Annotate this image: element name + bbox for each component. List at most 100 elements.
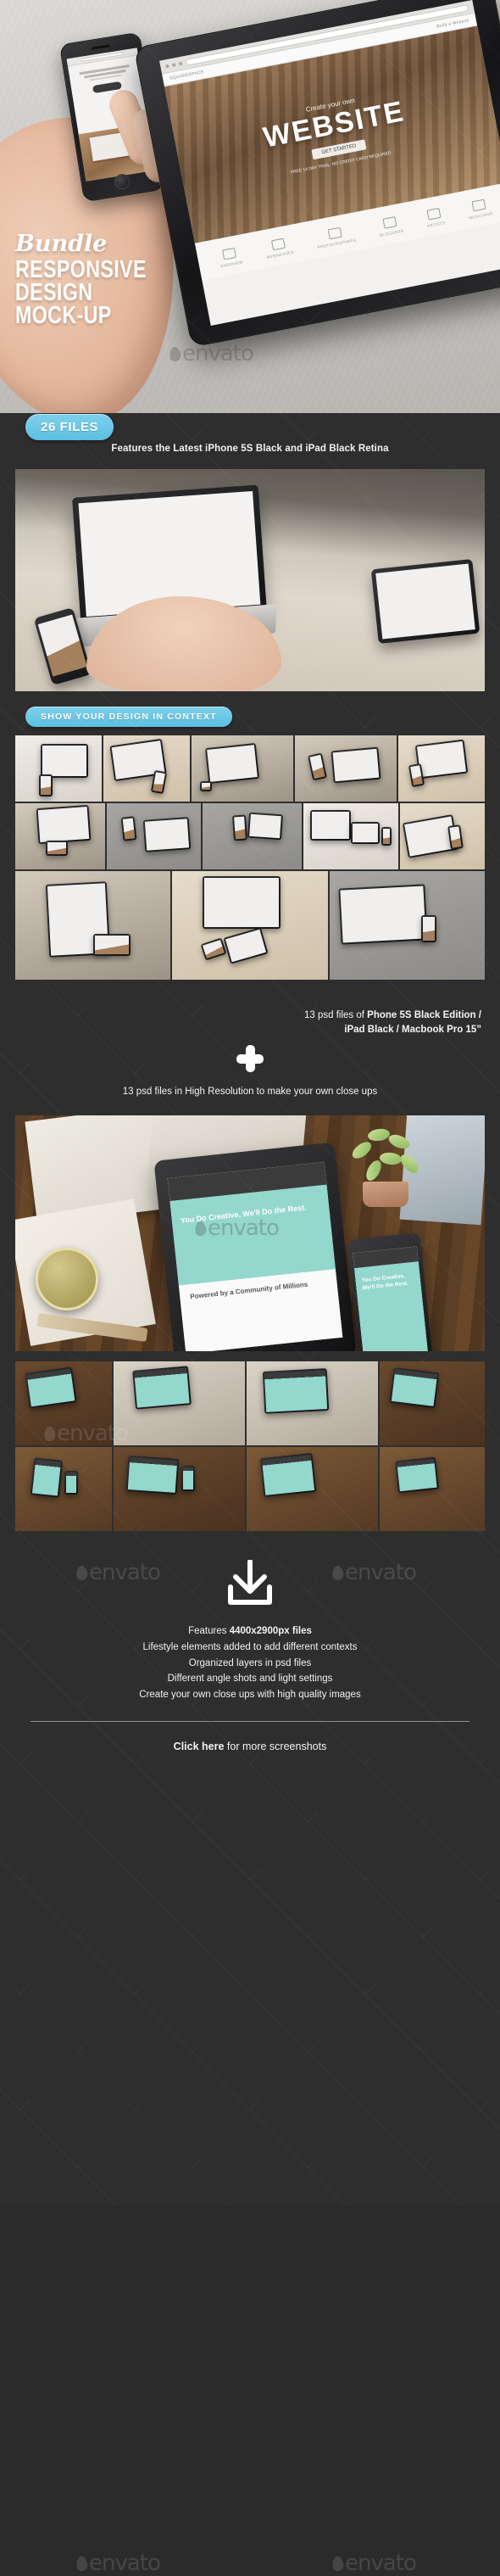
- thumbnail: [203, 803, 303, 869]
- thumbnail: [113, 1447, 245, 1532]
- site-nav-item: BUSINESSES: [264, 237, 294, 260]
- palette-icon: [426, 207, 442, 221]
- photo-iphone: You Do Creative, We'll Do the Rest.: [347, 1232, 435, 1352]
- thumbnail: [15, 735, 102, 802]
- thumbnail-row: [15, 871, 485, 980]
- thumbnail: [15, 871, 171, 980]
- site-nav-label: BLOGGERS: [379, 228, 404, 237]
- site-nav-label: OVERVIEW: [219, 260, 244, 269]
- envato-watermark: envato: [75, 2551, 161, 2576]
- device-phone: [200, 937, 227, 961]
- download-icon: [224, 1560, 276, 1607]
- feature-item: Create your own close ups with high qual…: [139, 1689, 361, 1700]
- title-line-2: DESIGN: [15, 278, 93, 306]
- thumbnail-row: [15, 735, 485, 802]
- thumbnail: [15, 803, 105, 869]
- plant-pot: [363, 1182, 408, 1208]
- photo-ipad: You Do Creative, We'll Do the Rest. Powe…: [153, 1142, 357, 1352]
- site-hero-text: Create your own WEBSITE GET STARTED FREE…: [173, 70, 498, 195]
- envato-watermark: envato: [193, 1215, 280, 1241]
- site-hero-teal-mobile: You Do Creative, We'll Do the Rest.: [354, 1261, 429, 1352]
- psd-bold-1: Phone 5S Black Edition /: [367, 1010, 481, 1020]
- browser-dot-icon: [165, 64, 169, 68]
- psd-bold-2: iPad Black / Macbook Pro 15”: [344, 1024, 481, 1035]
- device-laptop: [310, 810, 352, 841]
- content-body: Features the Latest iPhone 5S Black and …: [0, 413, 500, 2576]
- site-nav-item: BLOGGERS: [377, 215, 404, 237]
- device-laptop: [262, 1368, 330, 1415]
- click-here-label[interactable]: Click here: [174, 1741, 225, 1752]
- thumbnail: [398, 735, 485, 802]
- device-tablet: [125, 1456, 180, 1495]
- phone-speaker: [91, 44, 111, 50]
- device-laptop: [41, 744, 88, 778]
- device-phone: [200, 781, 212, 791]
- site-nav-label: PHOTOGRAPHERS: [317, 237, 357, 250]
- feature-item: Organized layers in psd files: [188, 1657, 312, 1668]
- feature-list: Features 4400x2900px files Lifestyle ele…: [0, 1612, 500, 1702]
- photo-iphone-screen: You Do Creative, We'll Do the Rest.: [353, 1246, 429, 1352]
- plus-row: [0, 1037, 500, 1076]
- device-phone: [93, 934, 131, 956]
- device-laptop: [203, 876, 281, 929]
- envato-watermark: envato: [331, 2551, 417, 2576]
- device-phone: [308, 752, 327, 781]
- thumbnail: [399, 803, 485, 869]
- device-tablet: [247, 812, 284, 841]
- site-nav-label: ARTISTS: [426, 220, 446, 229]
- ipad-screen: SQUARESPACE Build a Website Create your …: [159, 0, 500, 326]
- briefcase-icon: [270, 237, 286, 251]
- thumbnail: [103, 735, 190, 802]
- site-nav-item: ARTISTS: [425, 207, 446, 228]
- device-phone: [447, 824, 464, 850]
- device-tablet: [395, 1456, 439, 1494]
- device-phone: [120, 816, 137, 841]
- thumbnail: [329, 871, 485, 980]
- device-tablet: [351, 822, 381, 844]
- device-phone: [150, 769, 168, 795]
- device-laptop: [36, 804, 92, 845]
- device-tablet: [142, 817, 192, 852]
- thumbnail-grid: [15, 735, 485, 980]
- ipad-device: SQUARESPACE Build a Website Create your …: [133, 0, 500, 348]
- photo-ipad-screen: You Do Creative, We'll Do the Rest. Powe…: [167, 1162, 343, 1352]
- envato-leaf-icon: [75, 1564, 89, 1581]
- title-line-3: MOCK-UP: [15, 301, 112, 329]
- device-laptop: [131, 1366, 192, 1411]
- device-tablet: [259, 1453, 317, 1498]
- envato-watermark: envato: [168, 341, 254, 366]
- thumbnail: [246, 1447, 378, 1532]
- hero-image: SQUARESPACE Build a Website Create your …: [0, 0, 500, 413]
- thumbnail: [15, 1447, 112, 1532]
- thumbnail-row: [15, 803, 485, 869]
- device-phone: [64, 1471, 78, 1495]
- device-tablet: [223, 927, 269, 964]
- laptop-hero-photo: [15, 469, 485, 691]
- thumbnail: [113, 1361, 245, 1446]
- context-badge-row: SHOW YOUR DESIGN IN CONTEXT: [0, 691, 500, 727]
- device-laptop: [414, 739, 469, 780]
- book-icon: [382, 216, 397, 229]
- device-phone: [39, 774, 53, 796]
- envato-leaf-icon: [168, 345, 182, 362]
- envato-watermark: envato: [331, 1560, 417, 1585]
- device-tablet: [25, 1366, 77, 1410]
- context-badge: SHOW YOUR DESIGN IN CONTEXT: [25, 707, 232, 727]
- psd-files-line-3: 13 psd files in High Resolution to make …: [122, 1087, 378, 1098]
- browser-dot-icon: [178, 61, 183, 65]
- psd-prefix: 13 psd files of: [304, 1010, 368, 1020]
- psd-files-line-1: 13 psd files of Phone 5S Black Edition /…: [0, 980, 500, 1037]
- site-nav-item: OVERVIEW: [217, 247, 243, 269]
- thumbnail: [172, 871, 328, 980]
- device-phone: [381, 827, 392, 846]
- device-phone: [46, 841, 68, 856]
- browser-dot-icon: [171, 62, 176, 67]
- thumbnail-column: [379, 1361, 485, 1532]
- thumbnail: [246, 1361, 378, 1446]
- thumbnail: [106, 803, 202, 869]
- envato-watermark: envato: [75, 1560, 161, 1585]
- feature-item: Features 4400x2900px files: [188, 1626, 312, 1637]
- more-screenshots-link[interactable]: Click here for more screenshots: [0, 1722, 500, 1752]
- site-nav-label: MUSICIANS: [468, 211, 493, 221]
- title-line-1: RESPONSIVE: [15, 256, 147, 283]
